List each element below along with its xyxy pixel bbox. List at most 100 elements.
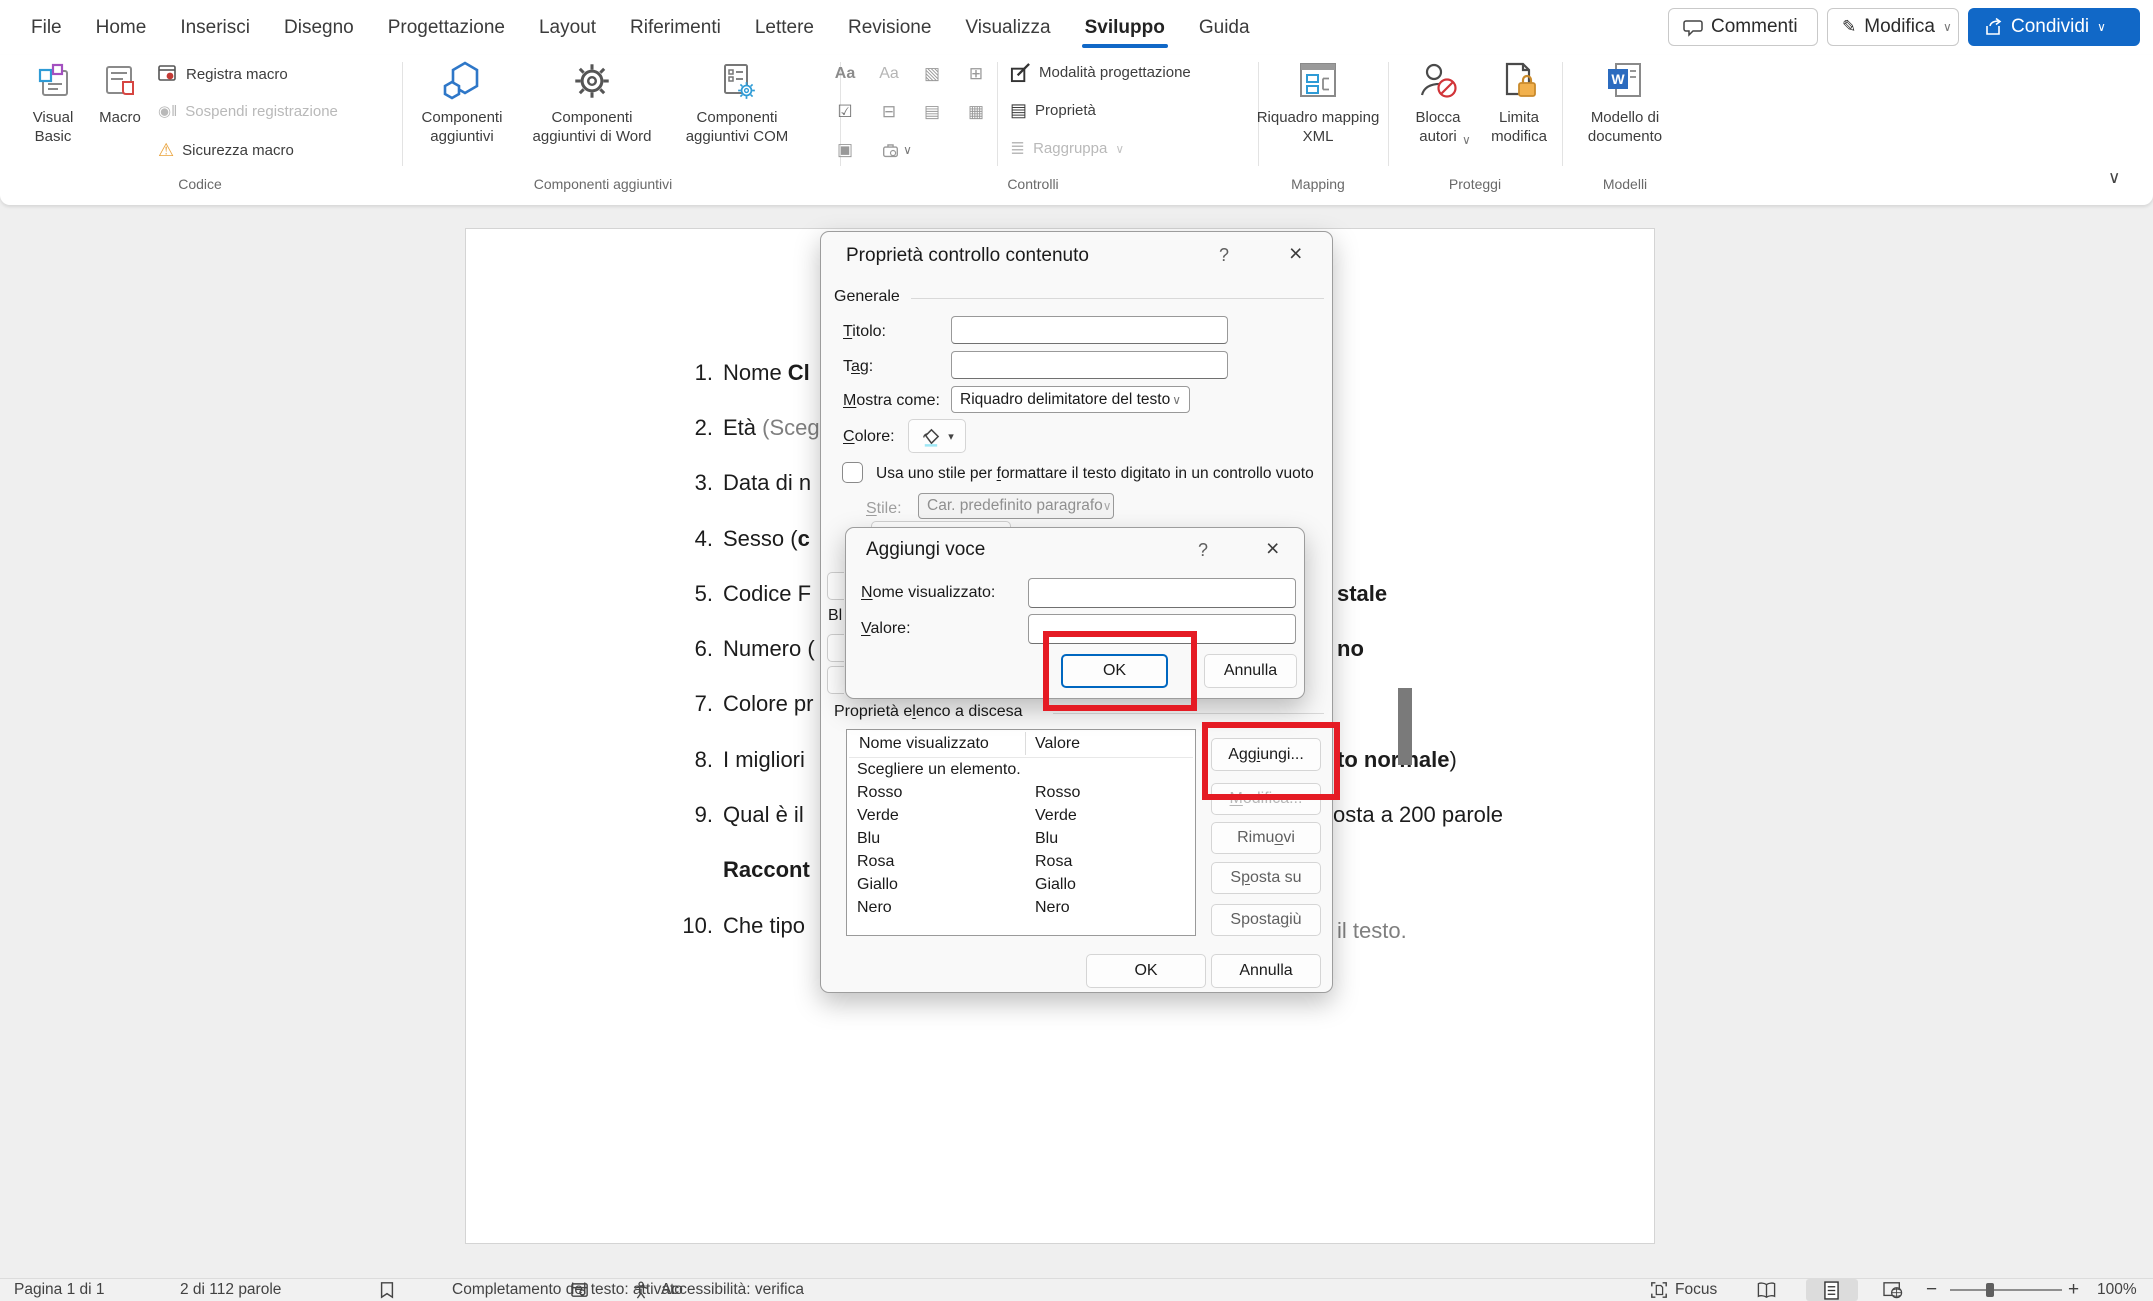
colore-label: Colore: — [843, 428, 895, 446]
tab-riferimenti[interactable]: Riferimenti — [613, 0, 738, 55]
tab-sviluppo-active[interactable]: Sviluppo — [1068, 0, 1182, 55]
dropdown-items-listbox[interactable]: Nome visualizzato Valore Scegliere un el… — [846, 729, 1196, 936]
pause-recording-icon: ◉‖ — [158, 102, 177, 120]
rich-text-content-control-icon[interactable]: Aa — [831, 60, 859, 88]
tab-revisione[interactable]: Revisione — [831, 0, 948, 55]
visual-basic-button[interactable]: Visual Basic — [22, 58, 84, 146]
picture-content-control-icon[interactable]: ▧ — [918, 60, 946, 88]
share-button[interactable]: Condividi ∨ — [1968, 8, 2140, 46]
mostra-come-select[interactable]: Riquadro delimitatore del testo ∨ — [951, 386, 1190, 413]
xml-mapping-icon — [1253, 58, 1383, 104]
block-authors-button[interactable]: Blocca autori ∨ — [1398, 58, 1478, 146]
list-item-value[interactable]: Verde — [1035, 807, 1077, 825]
tab-file[interactable]: File — [14, 0, 79, 55]
design-mode-button[interactable]: Modalità progettazione — [1010, 62, 1191, 83]
list-item[interactable]: Verde — [857, 807, 899, 825]
building-block-gallery-icon[interactable]: ⊞ — [962, 60, 990, 88]
tab-progettazione[interactable]: Progettazione — [371, 0, 522, 55]
com-addins-button[interactable]: Componenti aggiuntivi COM — [672, 58, 802, 146]
read-mode-button[interactable] — [1756, 1279, 1777, 1301]
column-header-nome[interactable]: Nome visualizzato — [859, 735, 989, 753]
document-template-button[interactable]: W Modello di documento — [1580, 58, 1670, 146]
word-addins-button[interactable]: Componenti aggiuntivi di Word — [527, 58, 657, 146]
list-item[interactable]: Giallo — [857, 876, 898, 894]
column-header-valore[interactable]: Valore — [1035, 735, 1080, 753]
print-layout-button[interactable] — [1824, 1279, 1839, 1301]
tab-disegno[interactable]: Disegno — [267, 0, 371, 55]
macro-record-status-icon[interactable] — [571, 1279, 590, 1301]
macro-security-button[interactable]: ⚠ Sicurezza macro — [158, 140, 294, 161]
dropdown-list-content-control-icon[interactable]: ▤ — [918, 98, 946, 126]
list-item[interactable]: Rosso — [857, 784, 902, 802]
checkbox-content-control-icon[interactable]: ☑ — [831, 98, 859, 126]
properties-button[interactable]: ▤ Proprietà — [1010, 100, 1096, 121]
accessibility-status[interactable]: Accessibilità: verifica — [661, 1279, 804, 1301]
focus-mode-button[interactable]: Focus — [1650, 1279, 1717, 1301]
titolo-input[interactable] — [951, 316, 1228, 344]
tab-visualizza[interactable]: Visualizza — [948, 0, 1067, 55]
zoom-slider-track[interactable] — [1950, 1289, 2062, 1291]
proofing-icon[interactable] — [378, 1279, 396, 1301]
annulla-button[interactable]: Annulla — [1204, 654, 1297, 688]
record-macro-button[interactable]: Registra macro — [158, 64, 288, 84]
help-icon[interactable]: ? — [1219, 245, 1229, 266]
list-item[interactable]: Blu — [857, 830, 880, 848]
gear-icon — [527, 58, 657, 104]
dialog-title: Proprietà controllo contenuto — [846, 245, 1089, 267]
help-icon[interactable]: ? — [1198, 540, 1208, 561]
list-item[interactable]: Rosa — [857, 853, 894, 871]
nome-visualizzato-input[interactable] — [1028, 578, 1296, 608]
group-divider — [1562, 62, 1563, 166]
tab-lettere[interactable]: Lettere — [738, 0, 831, 55]
editing-mode-button[interactable]: ✎ Modifica ∨ — [1827, 8, 1959, 46]
list-item-value[interactable]: Giallo — [1035, 876, 1076, 894]
stile-select: Car. predefinito paragrafo ∨ — [918, 493, 1114, 519]
properties-label: Proprietà — [1035, 102, 1096, 119]
tag-input[interactable] — [951, 351, 1228, 379]
comments-button[interactable]: Commenti — [1668, 8, 1818, 46]
list-item-value[interactable]: Rosso — [1035, 784, 1080, 802]
usa-stile-checkbox[interactable] — [842, 462, 863, 483]
tag-label: Tag: — [843, 358, 873, 376]
properties-icon: ▤ — [1010, 100, 1027, 121]
xml-mapping-pane-button[interactable]: Riquadro mapping XML — [1253, 58, 1383, 146]
collapse-ribbon-chevron[interactable]: ∨ — [2108, 168, 2120, 188]
tab-layout[interactable]: Layout — [522, 0, 613, 55]
combo-box-content-control-icon[interactable]: ⊟ — [875, 98, 903, 126]
repeating-section-content-control-icon[interactable]: ▣ — [831, 136, 859, 164]
colore-picker-button[interactable]: ▾ — [908, 419, 966, 453]
macro-button[interactable]: Macro — [90, 58, 150, 127]
rimuovi-button[interactable]: Rimuovi — [1211, 822, 1321, 854]
chevron-down-icon: ∨ — [1943, 20, 1952, 34]
legacy-tools-icon[interactable]: ∨ — [875, 136, 919, 164]
sposta-su-button[interactable]: Sposta su — [1211, 862, 1321, 894]
zoom-out-button[interactable]: − — [1926, 1279, 1937, 1301]
sposta-giu-button[interactable]: Sposta giù — [1211, 904, 1321, 936]
restrict-editing-button[interactable]: Limita modifica — [1477, 58, 1561, 146]
content-control-handle[interactable] — [1398, 688, 1412, 765]
clipped-control-fragment — [827, 634, 844, 662]
list-item[interactable]: Scegliere un elemento. — [857, 761, 1021, 779]
zoom-level[interactable]: 100% — [2097, 1279, 2137, 1301]
zoom-in-button[interactable]: + — [2068, 1279, 2079, 1301]
list-item-value[interactable]: Nero — [1035, 899, 1070, 917]
ok-button[interactable]: OK — [1086, 954, 1206, 988]
header-rule — [849, 757, 1193, 758]
close-icon[interactable]: × — [1289, 242, 1302, 265]
word-count[interactable]: 2 di 112 parole — [180, 1279, 281, 1301]
list-item[interactable]: Nero — [857, 899, 892, 917]
tab-home[interactable]: Home — [79, 0, 164, 55]
annulla-button[interactable]: Annulla — [1211, 954, 1321, 988]
accessibility-icon[interactable] — [632, 1279, 650, 1301]
page-indicator[interactable]: Pagina 1 di 1 — [14, 1279, 105, 1301]
zoom-slider-handle[interactable] — [1986, 1283, 1994, 1297]
tab-guida[interactable]: Guida — [1182, 0, 1267, 55]
list-item-value[interactable]: Blu — [1035, 830, 1058, 848]
list-item-value[interactable]: Rosa — [1035, 853, 1072, 871]
plain-text-content-control-icon[interactable]: Aa — [875, 60, 903, 88]
date-picker-content-control-icon[interactable]: ▦ — [962, 98, 990, 126]
web-layout-button[interactable] — [1883, 1279, 1903, 1301]
addins-button[interactable]: Componenti aggiuntivi — [397, 58, 527, 146]
tab-inserisci[interactable]: Inserisci — [163, 0, 267, 55]
close-icon[interactable]: × — [1266, 537, 1279, 560]
